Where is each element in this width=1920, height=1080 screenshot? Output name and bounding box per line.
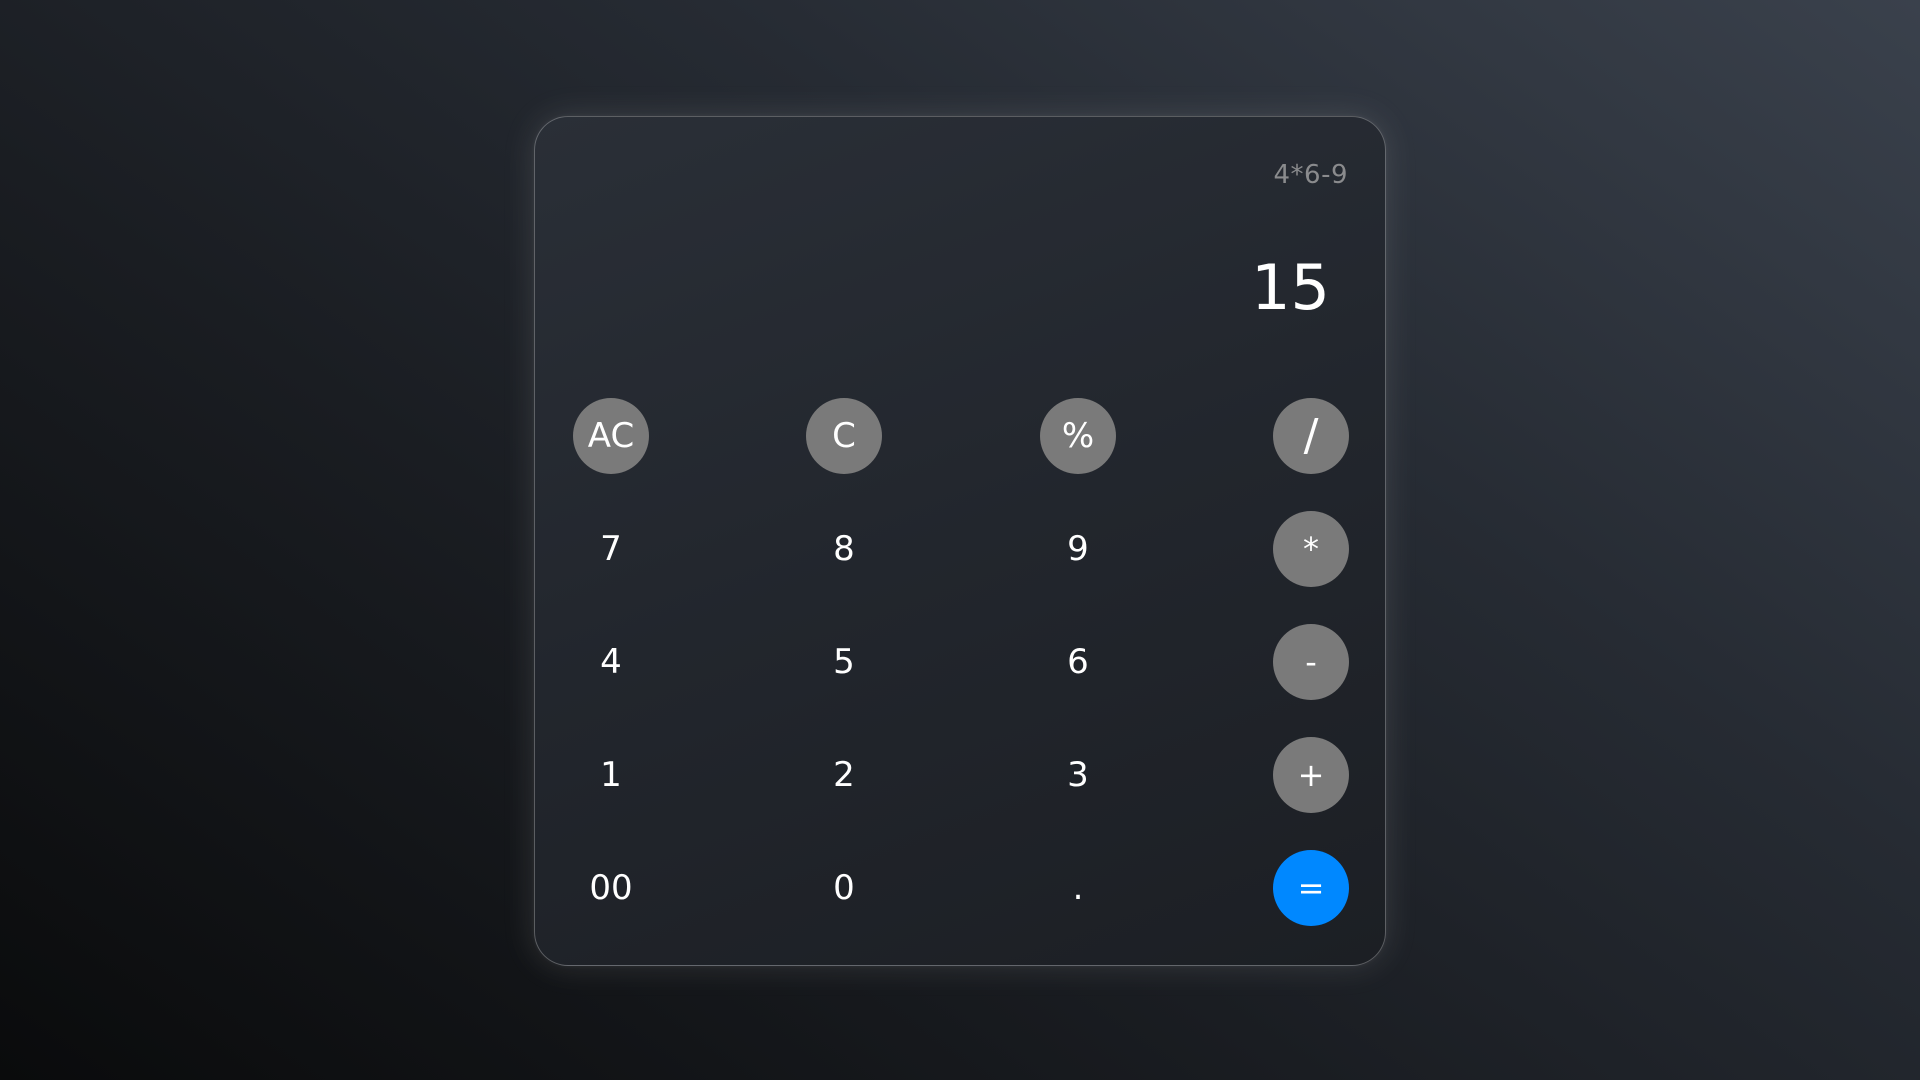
- digit-4-button[interactable]: 4: [573, 624, 649, 700]
- digit-2-button[interactable]: 2: [806, 737, 882, 813]
- digit-9-button[interactable]: 9: [1040, 511, 1116, 587]
- percent-button[interactable]: %: [1040, 398, 1116, 474]
- equals-button[interactable]: =: [1273, 850, 1349, 926]
- digit-0-button[interactable]: 0: [806, 850, 882, 926]
- calculator-panel: 4 * 6 - 9 1 5 AC C % / 7 8 9 * 4 5 6 - 1 2 3 …: [534, 116, 1386, 966]
- decimal-point-button[interactable]: .: [1040, 850, 1116, 926]
- double-zero-button[interactable]: 00: [573, 850, 649, 926]
- keypad: AC C % / 7 8 9 * 4 5 6 - 1 2 3 + 00 0 . …: [535, 117, 1385, 965]
- digit-1-button[interactable]: 1: [573, 737, 649, 813]
- all-clear-button[interactable]: AC: [573, 398, 649, 474]
- digit-7-button[interactable]: 7: [573, 511, 649, 587]
- digit-3-button[interactable]: 3: [1040, 737, 1116, 813]
- multiply-button[interactable]: *: [1273, 511, 1349, 587]
- divide-button[interactable]: /: [1273, 398, 1349, 474]
- digit-8-button[interactable]: 8: [806, 511, 882, 587]
- digit-5-button[interactable]: 5: [806, 624, 882, 700]
- digit-6-button[interactable]: 6: [1040, 624, 1116, 700]
- add-button[interactable]: +: [1273, 737, 1349, 813]
- subtract-button[interactable]: -: [1273, 624, 1349, 700]
- clear-button[interactable]: C: [806, 398, 882, 474]
